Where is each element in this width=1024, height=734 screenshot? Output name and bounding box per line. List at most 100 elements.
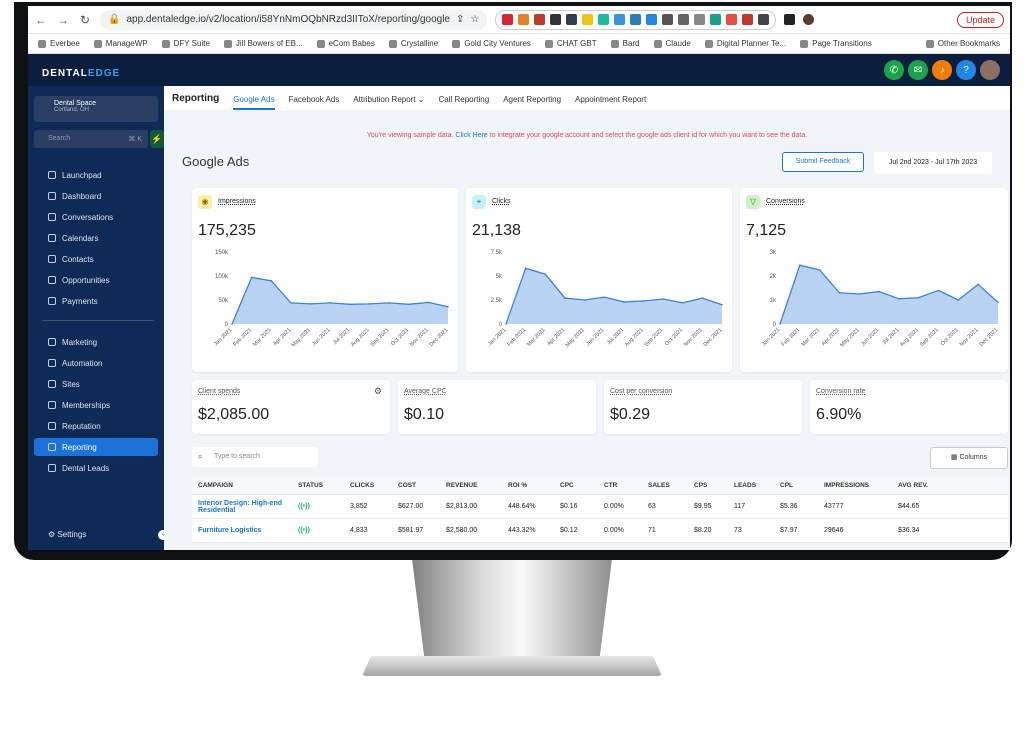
bookmark-item[interactable]: DFY Suite <box>161 39 210 48</box>
sidebar-item-contacts[interactable]: Contacts <box>34 250 158 268</box>
submit-feedback-button[interactable]: Submit Feedback <box>782 152 864 172</box>
tab-appointment-report[interactable]: Appointment Report <box>575 95 646 110</box>
extension-icon[interactable] <box>534 14 546 25</box>
column-header[interactable]: LEADS <box>728 482 774 489</box>
column-header[interactable]: REVENUE <box>440 482 502 489</box>
data-point <box>250 276 253 279</box>
extension-icon[interactable] <box>614 14 626 25</box>
reload-icon[interactable]: ↻ <box>78 13 92 27</box>
bolt-icon[interactable]: ⚡ <box>150 130 164 148</box>
date-range-picker[interactable]: Jul 2nd 2023 - Jul 17th 2023 <box>874 152 992 174</box>
settings-link[interactable]: ⚙ Settings <box>48 530 86 539</box>
tab-call-reporting[interactable]: Call Reporting <box>439 95 490 110</box>
table-cell: $0.16 <box>560 503 578 510</box>
extension-icon[interactable] <box>710 14 722 25</box>
card-label: Impressions <box>218 198 256 205</box>
column-header[interactable]: IMPRESSIONS <box>818 482 892 489</box>
user-avatar[interactable] <box>980 60 1000 80</box>
app-logo[interactable]: DENTALEDGE <box>42 68 120 79</box>
extension-icon[interactable] <box>630 14 642 25</box>
tab-attribution-report[interactable]: Attribution Report ⌄ <box>353 95 424 110</box>
column-header[interactable]: STATUS <box>292 482 344 489</box>
bookmark-item[interactable]: CHAT GBT <box>544 39 597 48</box>
back-icon[interactable]: ← <box>34 13 48 27</box>
sidebar-item-launchpad[interactable]: Launchpad <box>34 166 158 184</box>
table-search-input[interactable]: ⌕ Type to search <box>192 447 318 467</box>
table-cell: 43777 <box>824 503 844 510</box>
bookmark-item[interactable]: eCom Babes <box>316 39 375 48</box>
extension-icon[interactable] <box>678 14 690 25</box>
campaign-link[interactable]: Interior Design: High-end Residential <box>192 500 292 514</box>
table-row[interactable]: Interior Design: High-end Residential ((•… <box>192 495 1008 519</box>
sidebar-item-reputation[interactable]: Reputation <box>34 417 158 435</box>
column-header[interactable]: CLICKS <box>344 482 392 489</box>
megaphone-icon[interactable]: ✉ <box>908 60 928 80</box>
table-cell: $36.34 <box>898 527 920 534</box>
update-button[interactable]: Update <box>956 11 1004 28</box>
sidebar-item-calendars[interactable]: Calendars <box>34 229 158 247</box>
click-here-link[interactable]: Click Here <box>455 132 487 139</box>
bookmark-item[interactable]: Page Transitions <box>800 39 872 48</box>
gear-icon[interactable]: ⚙ <box>374 386 382 397</box>
tab-facebook-ads[interactable]: Facebook Ads <box>289 95 340 110</box>
extension-icon[interactable] <box>646 14 658 25</box>
data-point <box>818 269 821 271</box>
bookmark-item[interactable]: Jill Bowers of EB... <box>223 39 303 48</box>
column-header[interactable]: ROI % <box>502 482 554 489</box>
bookmark-item[interactable]: ManageWP <box>93 39 148 48</box>
table-row[interactable]: Furniture Logistics ((•)) 4,833 $581.97 $2,5… <box>192 519 1008 543</box>
column-header[interactable]: CPC <box>554 482 598 489</box>
location-switcher[interactable]: Dental Space Cortland, OH <box>34 96 158 122</box>
bookmark-item[interactable]: Crystalline <box>388 39 438 48</box>
sidebar-item-automation[interactable]: Automation <box>34 354 158 372</box>
bookmark-item[interactable]: Claude <box>653 39 691 48</box>
column-header[interactable]: COST <box>392 482 440 489</box>
sidebar-item-reporting[interactable]: Reporting <box>34 438 158 456</box>
column-header[interactable]: SALES <box>642 482 688 489</box>
tab-google-ads[interactable]: Google Ads <box>233 95 275 110</box>
tab-agent-reporting[interactable]: Agent Reporting <box>503 95 561 110</box>
bookmark-item[interactable]: Bard <box>610 39 640 48</box>
sidebar-toggle-icon[interactable] <box>784 14 796 25</box>
profile-avatar[interactable] <box>803 14 815 25</box>
help-icon[interactable]: ? <box>956 60 976 80</box>
sidebar-item-dental-leads[interactable]: Dental Leads <box>34 459 158 477</box>
puzzle-icon[interactable] <box>758 14 770 25</box>
column-header[interactable]: AVG REV. <box>892 482 952 489</box>
extension-icon[interactable] <box>550 14 562 25</box>
extension-icon[interactable] <box>598 14 610 25</box>
extension-icon[interactable] <box>694 14 706 25</box>
bell-icon[interactable]: ♪ <box>932 60 952 80</box>
extension-icon[interactable] <box>662 14 674 25</box>
column-header[interactable]: CPS <box>688 482 728 489</box>
sidebar-item-marketing[interactable]: Marketing <box>34 333 158 351</box>
bookmark-item[interactable]: Everbee <box>38 39 80 48</box>
column-header[interactable]: CPL <box>774 482 818 489</box>
sidebar-search[interactable]: Search ⌘ K <box>34 130 148 148</box>
extension-icon[interactable] <box>742 14 754 25</box>
sidebar-item-conversations[interactable]: Conversations <box>34 208 158 226</box>
phone-icon[interactable]: ✆ <box>884 60 904 80</box>
sidebar-item-opportunities[interactable]: Opportunities <box>34 271 158 289</box>
columns-button[interactable]: ▦ Columns <box>930 447 1008 469</box>
share-icon[interactable]: ⇪ <box>456 14 464 25</box>
sidebar-item-dashboard[interactable]: Dashboard <box>34 187 158 205</box>
extension-icon[interactable] <box>726 14 738 25</box>
sidebar-item-sites[interactable]: Sites <box>34 375 158 393</box>
campaign-link[interactable]: Furniture Logistics <box>192 527 292 534</box>
extension-icon[interactable] <box>518 14 530 25</box>
address-bar[interactable]: 🔒 app.dentaledge.io/v2/location/i58YnNmO… <box>100 9 488 30</box>
column-header[interactable]: CAMPAIGN <box>192 482 292 489</box>
sidebar-item-payments[interactable]: Payments <box>34 292 158 310</box>
bookmark-item[interactable]: Gold City Ventures <box>452 39 531 48</box>
extension-icon[interactable] <box>502 14 514 25</box>
sidebar-item-memberships[interactable]: Memberships <box>34 396 158 414</box>
bookmark-star-icon[interactable]: ☆ <box>470 14 479 25</box>
extension-icon[interactable] <box>566 14 578 25</box>
other-bookmarks[interactable]: Other Bookmarks <box>925 39 1000 48</box>
bookmark-item[interactable]: Digital Planner Te... <box>704 39 786 48</box>
forward-icon[interactable]: → <box>56 13 70 27</box>
data-point <box>977 283 979 286</box>
extension-icon[interactable] <box>582 14 594 25</box>
column-header[interactable]: CTR <box>598 482 642 489</box>
